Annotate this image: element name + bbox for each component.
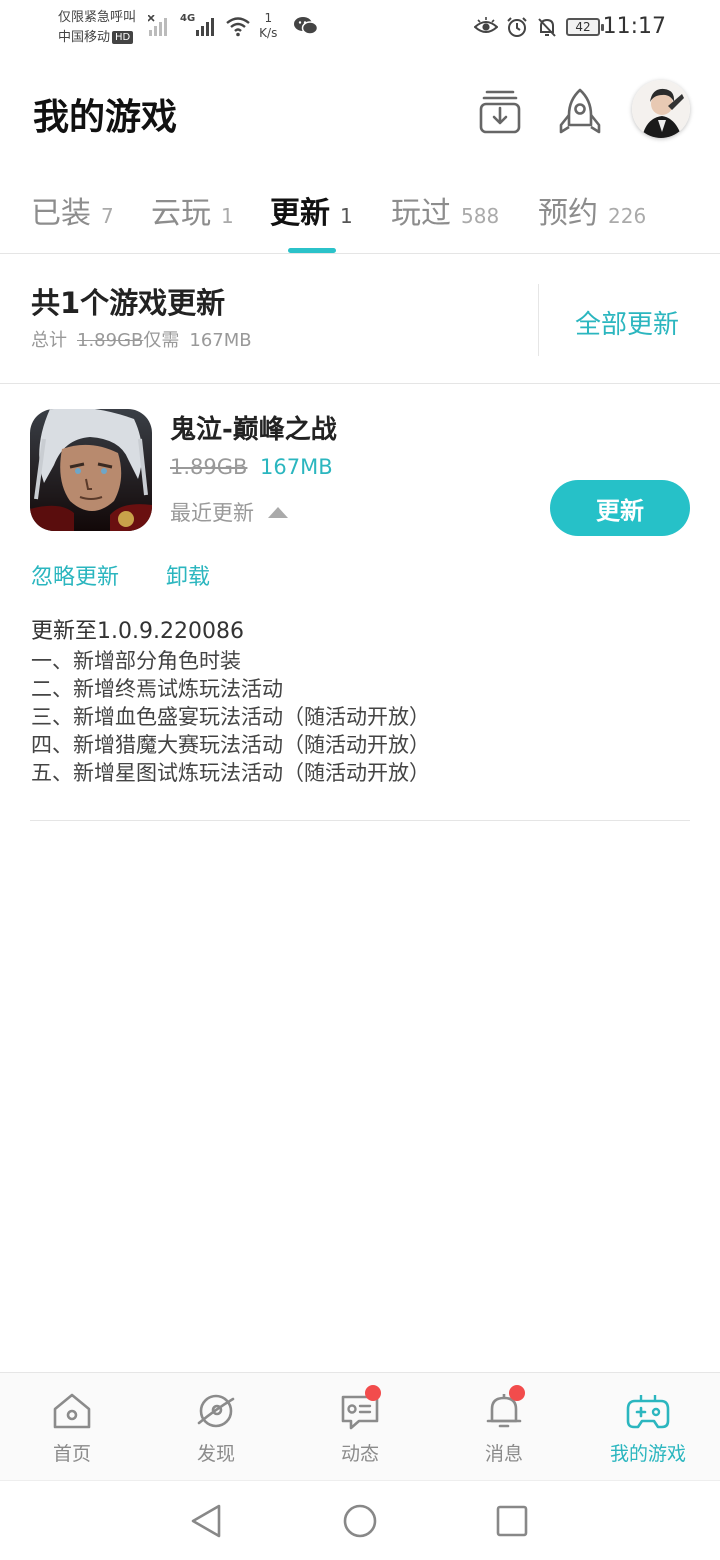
mute-bell-icon [538, 18, 556, 37]
divider [538, 284, 539, 356]
update-all-button[interactable]: 全部更新 [575, 304, 679, 341]
tab-cloud-play[interactable]: 云玩 1 [151, 188, 234, 238]
speed-up-button[interactable] [552, 84, 608, 140]
home-button[interactable] [340, 1501, 380, 1541]
carrier-line-2: 中国移动 [58, 30, 111, 45]
bottom-nav: 首页 发现 动态 消息 我的游戏 [0, 1372, 720, 1480]
summary-size-info: 总计 1.89GB仅需 167MB [31, 330, 252, 351]
collapse-arrow-icon [268, 506, 288, 518]
update-button[interactable]: 更新 [550, 480, 690, 536]
battery-indicator: 42 [566, 18, 604, 36]
game-icon[interactable] [30, 409, 152, 531]
status-icons-right: 42 [474, 13, 604, 41]
update-note-line: 三、新增血色盛宴玩法活动（随活动开放） [31, 705, 430, 729]
signal-icon [196, 18, 215, 36]
header: 我的游戏 [0, 60, 720, 170]
eye-comfort-icon [474, 17, 498, 33]
game-update-item: 鬼泣-巅峰之战 1.89GB 167MB 最近更新 更新 忽略更新 卸载 更新至… [0, 385, 720, 821]
uninstall-link[interactable]: 卸载 [166, 559, 210, 591]
back-button[interactable] [186, 1501, 226, 1541]
ignore-update-link[interactable]: 忽略更新 [31, 559, 119, 591]
update-note-line: 二、新增终焉试炼玩法活动 [31, 677, 283, 701]
update-note-line: 一、新增部分角色时装 [31, 649, 241, 673]
hd-badge: HD [112, 31, 134, 44]
summary-original-size: 1.89GB [77, 330, 144, 351]
update-note-line: 五、新增星图试炼玩法活动（随活动开放） [31, 761, 430, 785]
update-note-line: 四、新增猎魔大赛玩法活动（随活动开放） [31, 733, 430, 757]
recent-update-toggle[interactable]: 最近更新 [170, 497, 288, 527]
user-avatar[interactable] [632, 80, 690, 138]
nav-messages[interactable]: 消息 [432, 1385, 576, 1469]
game-new-size: 167MB [260, 455, 333, 479]
update-notes: 更新至1.0.9.220086 一、新增部分角色时装 二、新增终焉试炼玩法活动 … [31, 617, 691, 787]
bell-icon [481, 1385, 527, 1433]
avatar-image [632, 80, 690, 138]
home-circle-icon [343, 1504, 377, 1538]
notification-dot [365, 1385, 381, 1401]
gamepad-icon [625, 1389, 671, 1433]
nav-home[interactable]: 首页 [0, 1389, 144, 1469]
divider [30, 820, 690, 821]
clock: 11:17 [602, 14, 666, 39]
status-bar: 仅限紧急呼叫 中国移动 HD 4G 1 K/s 42 11:17 [0, 0, 720, 56]
page-title: 我的游戏 [33, 97, 178, 138]
summary-download-size: 167MB [189, 330, 252, 351]
rocket-icon [559, 88, 601, 134]
recents-button[interactable] [492, 1501, 532, 1541]
nav-discover[interactable]: 发现 [144, 1389, 288, 1469]
download-manager-button[interactable] [472, 84, 528, 140]
carrier-info: 仅限紧急呼叫 中国移动 HD [58, 8, 136, 48]
nav-my-games[interactable]: 我的游戏 [576, 1389, 720, 1469]
feed-icon [337, 1385, 383, 1433]
update-summary: 共1个游戏更新 总计 1.89GB仅需 167MB 全部更新 [0, 254, 720, 384]
game-name[interactable]: 鬼泣-巅峰之战 [170, 409, 337, 446]
game-old-size: 1.89GB [170, 455, 248, 479]
tab-updates[interactable]: 更新 1 [270, 188, 353, 238]
game-cover-art [30, 409, 152, 531]
system-nav-bar [0, 1480, 720, 1560]
wifi-icon [226, 17, 250, 37]
tab-played[interactable]: 玩过 588 [391, 188, 499, 238]
active-tab-indicator [288, 248, 336, 253]
no-signal-icon [148, 15, 167, 36]
network-type: 4G [180, 12, 196, 24]
nav-feed[interactable]: 动态 [288, 1385, 432, 1469]
summary-title: 共1个游戏更新 [31, 286, 226, 320]
recents-square-icon [496, 1505, 528, 1537]
home-icon [49, 1389, 95, 1433]
back-triangle-icon [191, 1504, 221, 1538]
discover-icon [193, 1389, 239, 1433]
status-icons-left: 4G 1 K/s [148, 11, 319, 40]
download-tray-icon [479, 90, 521, 134]
notification-dot [509, 1385, 525, 1401]
wechat-icon [294, 17, 319, 35]
net-speed: 1 K/s [259, 11, 278, 40]
carrier-line-1: 仅限紧急呼叫 [58, 10, 137, 25]
alarm-icon [507, 17, 527, 37]
tab-installed[interactable]: 已装 7 [31, 188, 114, 238]
tab-reserved[interactable]: 预约 226 [538, 188, 646, 238]
update-version: 更新至1.0.9.220086 [31, 619, 244, 644]
game-tabs: 已装 7 云玩 1 更新 1 玩过 588 预约 226 [0, 170, 720, 254]
